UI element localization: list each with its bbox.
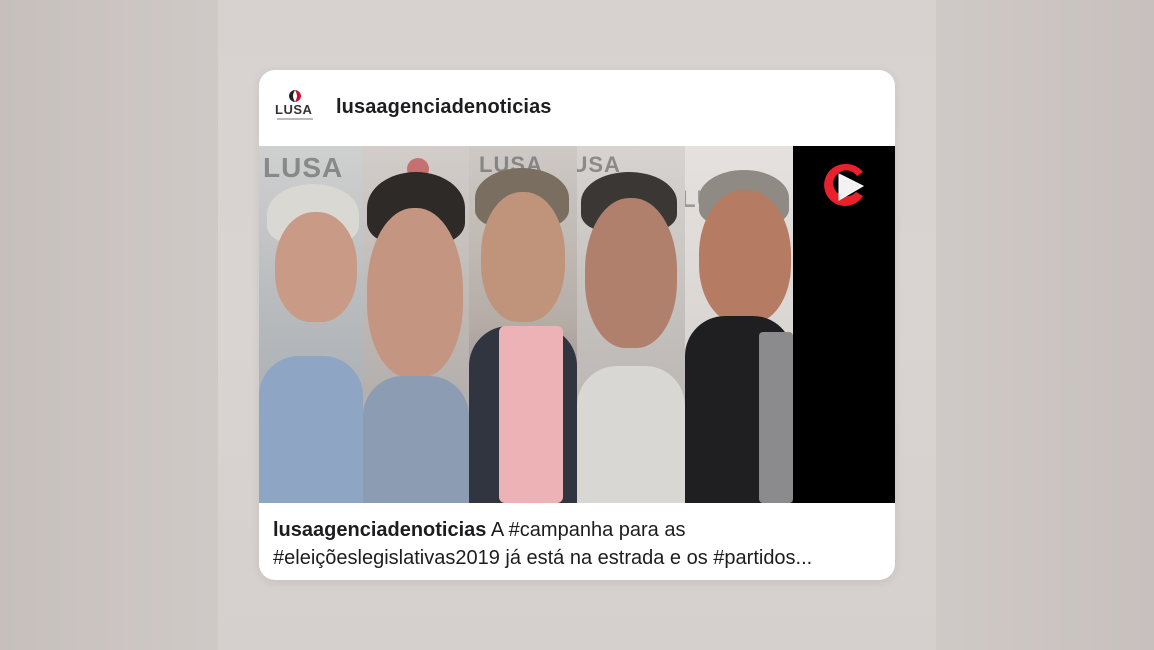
- post-header: LUSA lusaagenciadenoticias: [259, 70, 895, 146]
- avatar-logo-text: LUSA: [275, 102, 313, 117]
- caption-line-1: lusaagenciadenoticias A #campanha para a…: [273, 516, 885, 544]
- post-video[interactable]: LUSA LUSA LUSA: [259, 146, 895, 503]
- post-username[interactable]: lusaagenciadenoticias: [336, 96, 552, 119]
- video-strip-2: [363, 146, 469, 503]
- post-caption: lusaagenciadenoticias A #campanha para a…: [273, 516, 885, 572]
- caption-line-2[interactable]: #eleiçõeslegislativas2019 já está na est…: [273, 544, 885, 572]
- video-strip-3: LUSA: [469, 146, 577, 503]
- caption-text-1: A #campanha para as: [486, 519, 686, 541]
- video-strip-4: LUSA: [577, 146, 685, 503]
- profile-avatar[interactable]: LUSA: [273, 90, 319, 124]
- play-icon[interactable]: [823, 162, 869, 208]
- post-card[interactable]: LUSA lusaagenciadenoticias LUSA LUSA USA…: [259, 70, 895, 580]
- video-strip-1: LUSA: [259, 146, 363, 503]
- video-strip-5: LUSA: [685, 146, 793, 503]
- wall-logo-text: LUSA: [263, 152, 344, 183]
- avatar-logo-subline: [277, 118, 313, 120]
- caption-username[interactable]: lusaagenciadenoticias: [273, 519, 486, 541]
- lusa-logo-mark-icon: [289, 90, 301, 102]
